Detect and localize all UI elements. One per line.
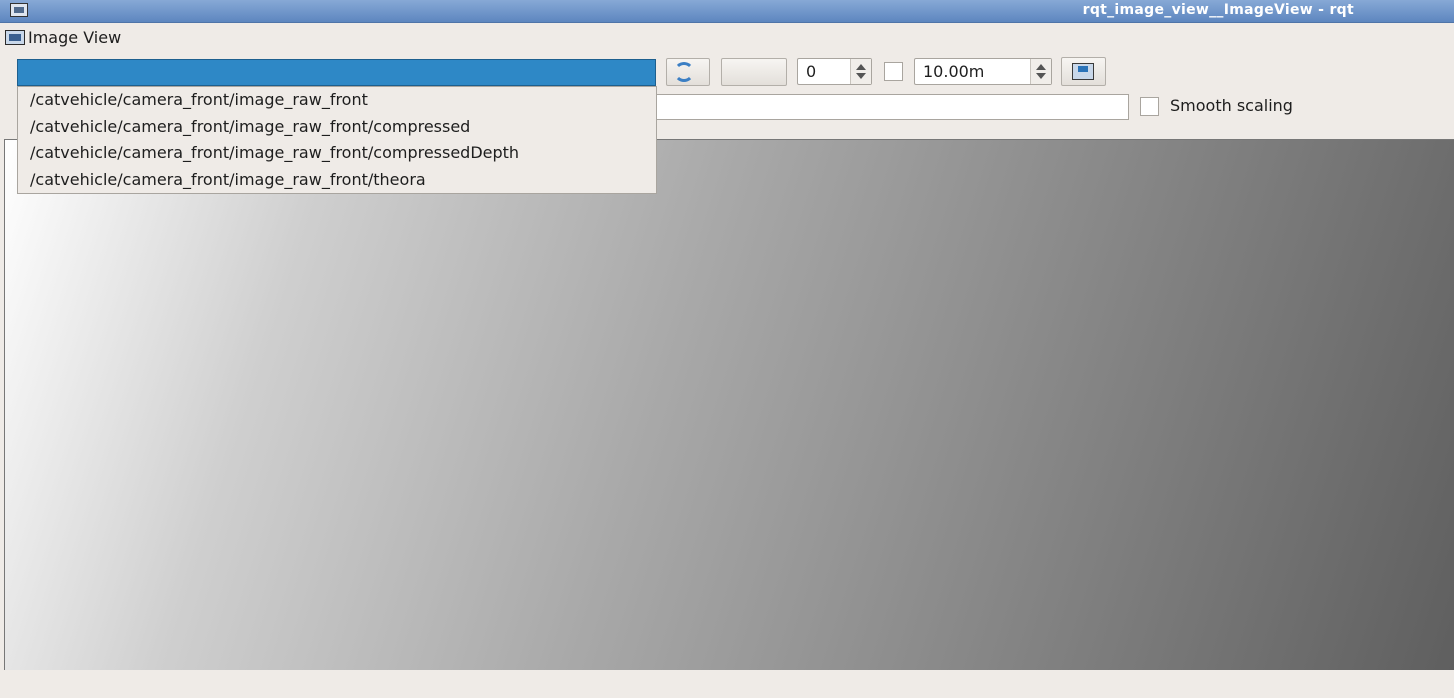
- max-range-spinbox[interactable]: 10.00m: [914, 58, 1052, 85]
- window-app-icon[interactable]: [10, 3, 28, 17]
- max-range-spin-arrows[interactable]: [1030, 59, 1051, 84]
- image-display-canvas[interactable]: [4, 139, 1454, 670]
- topic-combobox[interactable]: [17, 59, 656, 86]
- spin-down-icon[interactable]: [1036, 73, 1046, 79]
- toolbar-checkbox[interactable]: [884, 62, 903, 81]
- topic-option[interactable]: /catvehicle/camera_front/image_raw_front…: [18, 140, 656, 167]
- spin-up-icon[interactable]: [856, 64, 866, 70]
- window-titlebar[interactable]: rqt_image_view__ImageView - rqt: [0, 0, 1454, 23]
- smooth-scaling-label: Smooth scaling: [1170, 96, 1293, 115]
- rotation-value: 0: [806, 62, 817, 81]
- smooth-scaling-checkbox[interactable]: [1140, 97, 1159, 116]
- rotation-spin-arrows[interactable]: [850, 59, 871, 84]
- max-range-value: 10.00m: [923, 62, 985, 81]
- plugin-title: Image View: [28, 28, 122, 47]
- topic-option[interactable]: /catvehicle/camera_front/image_raw_front: [18, 87, 656, 114]
- blank-toolbar-button[interactable]: [721, 58, 787, 86]
- window-title: rqt_image_view__ImageView - rqt: [1082, 2, 1354, 18]
- spin-down-icon[interactable]: [856, 73, 866, 79]
- topic-option[interactable]: /catvehicle/camera_front/image_raw_front…: [18, 114, 656, 141]
- topic-option[interactable]: /catvehicle/camera_front/image_raw_front…: [18, 167, 656, 194]
- spin-up-icon[interactable]: [1036, 64, 1046, 70]
- image-view-icon: [5, 30, 25, 45]
- save-icon: [1072, 63, 1094, 80]
- rotation-spinbox[interactable]: 0: [797, 58, 872, 85]
- refresh-topics-button[interactable]: [666, 58, 710, 86]
- refresh-icon: [674, 62, 694, 82]
- status-bar: [0, 670, 1454, 698]
- plugin-dock-title-bar[interactable]: Image View: [0, 24, 1454, 50]
- topic-text-field[interactable]: [656, 94, 1129, 120]
- save-image-button[interactable]: [1061, 57, 1106, 86]
- topic-dropdown-list: /catvehicle/camera_front/image_raw_front…: [17, 86, 657, 194]
